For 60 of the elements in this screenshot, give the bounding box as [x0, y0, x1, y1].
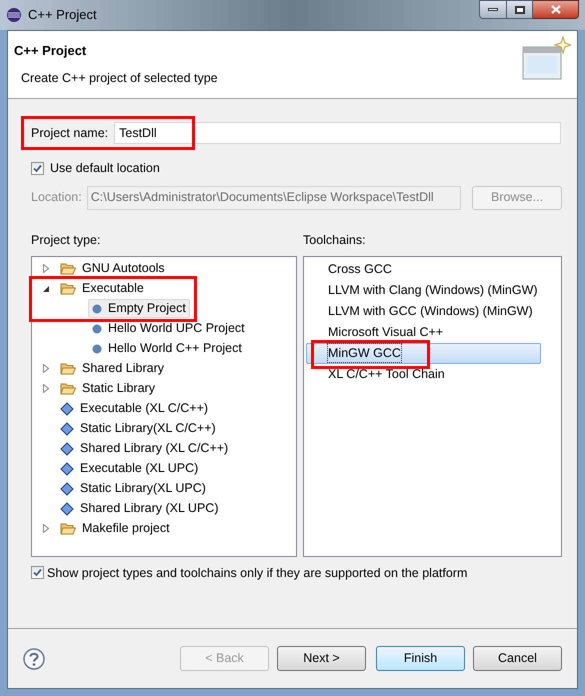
tree-item[interactable]: Shared Library (XL C/C++) [56, 439, 232, 458]
close-button[interactable] [533, 0, 579, 19]
project-name-field[interactable]: TestDll [114, 122, 561, 144]
tree-item[interactable]: Static Library(XL UPC) [56, 479, 210, 498]
expand-arrow-icon[interactable] [42, 384, 50, 393]
dialog-button[interactable]: Next > [277, 646, 366, 671]
tree-item[interactable]: Shared Library (XL UPC) [56, 499, 222, 518]
toolchain-item[interactable]: LLVM with GCC (Windows) (MinGW) [306, 300, 541, 322]
app-icon [6, 7, 22, 23]
toolchain-item[interactable]: Cross GCC [306, 258, 541, 280]
help-icon[interactable] [23, 648, 45, 670]
toolchain-item[interactable]: Microsoft Visual C++ [306, 322, 541, 342]
collapse-arrow-icon[interactable] [42, 284, 50, 292]
toolchain-item[interactable]: XL C/C++ Tool Chain [306, 364, 541, 384]
toolchain-item[interactable]: LLVM with Clang (Windows) (MinGW) [306, 280, 541, 300]
tree-item[interactable]: Executable [56, 279, 148, 298]
toolchain-item[interactable]: MinGW GCC [306, 342, 541, 364]
default-location-label: Use default location [50, 160, 160, 177]
tree-item[interactable]: Hello World C++ Project [88, 339, 246, 358]
tree-item[interactable]: GNU Autotools [56, 259, 169, 278]
checkbox[interactable] [31, 162, 44, 175]
bullet-icon [92, 304, 102, 314]
tree-item[interactable]: Makefile project [56, 519, 174, 538]
folder-icon [60, 382, 76, 396]
expand-arrow-icon[interactable] [42, 264, 50, 273]
tree-item[interactable]: Empty Project [88, 299, 190, 318]
window-title: C++ Project [28, 6, 97, 24]
close-icon [550, 5, 560, 14]
dialog-button[interactable]: Finish [376, 646, 465, 671]
tree-item[interactable]: Static Library(XL C/C++) [56, 419, 220, 438]
expand-arrow-icon[interactable] [42, 524, 50, 533]
tree-item[interactable]: Hello World UPC Project [88, 319, 249, 338]
diamond-icon [60, 442, 74, 456]
tree-item[interactable]: Executable (XL UPC) [56, 459, 202, 478]
minimize-button[interactable] [479, 0, 507, 19]
folder-icon [60, 282, 76, 296]
bullet-icon [92, 324, 102, 334]
checkbox[interactable] [31, 566, 44, 580]
tree-item[interactable]: Executable (XL C/C++) [56, 399, 212, 418]
folder-icon [60, 522, 76, 536]
expand-arrow-icon[interactable] [42, 364, 50, 373]
show-supported-label: Show project types and toolchains only if they are supported on the platform [47, 564, 468, 582]
tree-item[interactable]: Shared Library [56, 359, 168, 378]
bullet-icon [92, 344, 102, 354]
tree-item[interactable]: Static Library [56, 379, 159, 398]
diamond-icon [60, 502, 74, 516]
toolchains-label: Toolchains: [303, 232, 367, 249]
project-type-label: Project type: [31, 232, 102, 249]
location-label: Location: [31, 189, 82, 206]
project-name-label: Project name: [31, 124, 108, 142]
maximize-button[interactable] [507, 0, 533, 19]
diamond-icon [60, 462, 74, 476]
diamond-icon [60, 422, 74, 436]
folder-icon [60, 362, 76, 376]
folder-icon [60, 262, 76, 276]
diamond-icon [60, 402, 74, 416]
dialog-button[interactable]: Cancel [473, 646, 562, 671]
diamond-icon [60, 482, 74, 496]
page-description: Create C++ project of selected type [21, 70, 218, 87]
page-title: C++ Project [14, 42, 88, 60]
